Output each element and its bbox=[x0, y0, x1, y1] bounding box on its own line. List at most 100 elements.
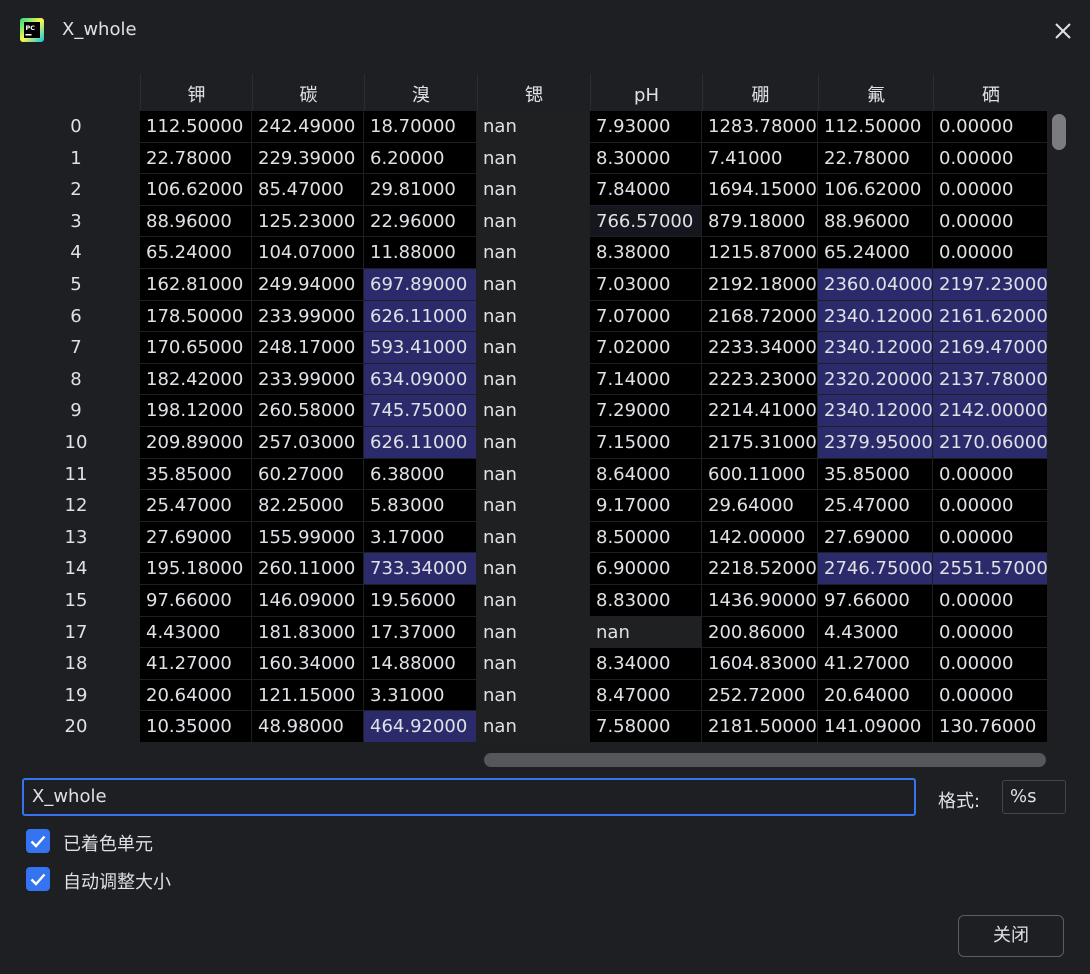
table-cell[interactable]: 260.11000 bbox=[252, 553, 364, 585]
table-cell[interactable]: 0.00000 bbox=[933, 458, 1048, 491]
table-cell[interactable]: 6.20000 bbox=[364, 142, 477, 175]
table-cell[interactable]: 209.89000 bbox=[140, 427, 252, 459]
table-cell[interactable]: 121.15000 bbox=[252, 679, 364, 712]
close-button[interactable]: 关闭 bbox=[958, 915, 1064, 957]
table-cell[interactable]: 104.07000 bbox=[252, 237, 364, 269]
table-cell[interactable]: 2340.12000 bbox=[818, 332, 933, 364]
table-cell[interactable]: 1283.78000 bbox=[702, 111, 818, 143]
table-cell[interactable]: 11.88000 bbox=[364, 237, 477, 269]
table-cell[interactable]: 626.11000 bbox=[364, 300, 477, 333]
table-cell[interactable]: 8.34000 bbox=[590, 648, 702, 680]
table-cell[interactable]: nan bbox=[477, 648, 590, 680]
close-icon[interactable] bbox=[1050, 18, 1076, 44]
table-cell[interactable]: nan bbox=[477, 490, 590, 522]
variable-name-field[interactable]: X_whole bbox=[22, 778, 916, 816]
table-cell[interactable]: 130.76000 bbox=[933, 711, 1048, 743]
table-cell[interactable]: 2360.04000 bbox=[818, 269, 933, 301]
table-cell[interactable]: 82.25000 bbox=[252, 490, 364, 522]
table-cell[interactable]: 27.69000 bbox=[818, 521, 933, 554]
table-cell[interactable]: 7.41000 bbox=[702, 142, 818, 175]
table-cell[interactable]: 745.75000 bbox=[364, 395, 477, 427]
table-cell[interactable]: 697.89000 bbox=[364, 269, 477, 301]
table-cell[interactable]: 88.96000 bbox=[818, 205, 933, 238]
table-cell[interactable]: 7.03000 bbox=[590, 269, 702, 301]
table-cell[interactable]: 97.66000 bbox=[140, 585, 252, 617]
table-cell[interactable]: nan bbox=[477, 616, 590, 649]
table-cell[interactable]: 20.64000 bbox=[818, 679, 933, 712]
table-cell[interactable]: 260.58000 bbox=[252, 395, 364, 427]
table-cell[interactable]: nan bbox=[477, 142, 590, 175]
table-cell[interactable]: 19.56000 bbox=[364, 585, 477, 617]
column-header[interactable]: 硒 bbox=[933, 74, 1048, 110]
table-cell[interactable]: 1604.83000 bbox=[702, 648, 818, 680]
table-cell[interactable]: 626.11000 bbox=[364, 427, 477, 459]
table-cell[interactable]: 2233.34000 bbox=[702, 332, 818, 364]
table-cell[interactable]: 112.50000 bbox=[140, 111, 252, 143]
table-cell[interactable]: 0.00000 bbox=[933, 490, 1048, 522]
table-cell[interactable]: 142.00000 bbox=[702, 521, 818, 554]
table-cell[interactable]: nan bbox=[590, 616, 702, 649]
table-cell[interactable]: 593.41000 bbox=[364, 332, 477, 364]
table-cell[interactable]: 2218.52000 bbox=[702, 553, 818, 585]
table-cell[interactable]: 2340.12000 bbox=[818, 395, 933, 427]
table-cell[interactable]: 2168.72000 bbox=[702, 300, 818, 333]
table-cell[interactable]: 85.47000 bbox=[252, 174, 364, 206]
table-cell[interactable]: 229.39000 bbox=[252, 142, 364, 175]
table-cell[interactable]: 88.96000 bbox=[140, 205, 252, 238]
table-cell[interactable]: 8.64000 bbox=[590, 458, 702, 491]
table-cell[interactable]: 8.83000 bbox=[590, 585, 702, 617]
table-cell[interactable]: 242.49000 bbox=[252, 111, 364, 143]
table-cell[interactable]: 20.64000 bbox=[140, 679, 252, 712]
table-cell[interactable]: 29.64000 bbox=[702, 490, 818, 522]
table-cell[interactable]: nan bbox=[477, 679, 590, 712]
column-header[interactable]: 钾 bbox=[140, 74, 252, 110]
table-cell[interactable]: 27.69000 bbox=[140, 521, 252, 554]
table-cell[interactable]: 2320.20000 bbox=[818, 363, 933, 396]
table-cell[interactable]: nan bbox=[477, 395, 590, 427]
table-cell[interactable]: 8.47000 bbox=[590, 679, 702, 712]
table-cell[interactable]: 0.00000 bbox=[933, 648, 1048, 680]
table-cell[interactable]: 146.09000 bbox=[252, 585, 364, 617]
table-cell[interactable]: 160.34000 bbox=[252, 648, 364, 680]
table-cell[interactable]: 2746.75000 bbox=[818, 553, 933, 585]
table-cell[interactable]: nan bbox=[477, 427, 590, 459]
table-cell[interactable]: 2161.62000 bbox=[933, 300, 1048, 333]
table-cell[interactable]: 2340.12000 bbox=[818, 300, 933, 333]
table-cell[interactable]: 2223.23000 bbox=[702, 363, 818, 396]
table-cell[interactable]: nan bbox=[477, 585, 590, 617]
table-cell[interactable]: 7.15000 bbox=[590, 427, 702, 459]
table-cell[interactable]: 1215.87000 bbox=[702, 237, 818, 269]
column-header[interactable]: 碳 bbox=[252, 74, 364, 110]
column-header[interactable]: pH bbox=[590, 74, 702, 110]
table-cell[interactable]: 3.17000 bbox=[364, 521, 477, 554]
table-cell[interactable]: 97.66000 bbox=[818, 585, 933, 617]
table-cell[interactable]: nan bbox=[477, 111, 590, 143]
table-cell[interactable]: 35.85000 bbox=[818, 458, 933, 491]
table-cell[interactable]: 257.03000 bbox=[252, 427, 364, 459]
table-cell[interactable]: 4.43000 bbox=[140, 616, 252, 649]
table-cell[interactable]: 10.35000 bbox=[140, 711, 252, 743]
table-cell[interactable]: 2137.78000 bbox=[933, 363, 1048, 396]
check-icon[interactable] bbox=[26, 867, 50, 891]
table-cell[interactable]: 1694.15000 bbox=[702, 174, 818, 206]
table-cell[interactable]: 181.83000 bbox=[252, 616, 364, 649]
table-cell[interactable]: 0.00000 bbox=[933, 521, 1048, 554]
table-cell[interactable]: 29.81000 bbox=[364, 174, 477, 206]
table-cell[interactable]: 106.62000 bbox=[818, 174, 933, 206]
table-cell[interactable]: 106.62000 bbox=[140, 174, 252, 206]
table-cell[interactable]: 6.38000 bbox=[364, 458, 477, 491]
table-cell[interactable]: 48.98000 bbox=[252, 711, 364, 743]
table-cell[interactable]: 879.18000 bbox=[702, 205, 818, 238]
table-cell[interactable]: 125.23000 bbox=[252, 205, 364, 238]
table-cell[interactable]: nan bbox=[477, 521, 590, 554]
table-cell[interactable]: 0.00000 bbox=[933, 616, 1048, 649]
table-cell[interactable]: 0.00000 bbox=[933, 174, 1048, 206]
table-cell[interactable]: 9.17000 bbox=[590, 490, 702, 522]
table-cell[interactable]: 25.47000 bbox=[818, 490, 933, 522]
table-cell[interactable]: 7.14000 bbox=[590, 363, 702, 396]
table-cell[interactable]: 249.94000 bbox=[252, 269, 364, 301]
column-header[interactable]: 氟 bbox=[818, 74, 933, 110]
table-cell[interactable]: 8.50000 bbox=[590, 521, 702, 554]
table-cell[interactable]: 7.84000 bbox=[590, 174, 702, 206]
table-cell[interactable]: 182.42000 bbox=[140, 363, 252, 396]
